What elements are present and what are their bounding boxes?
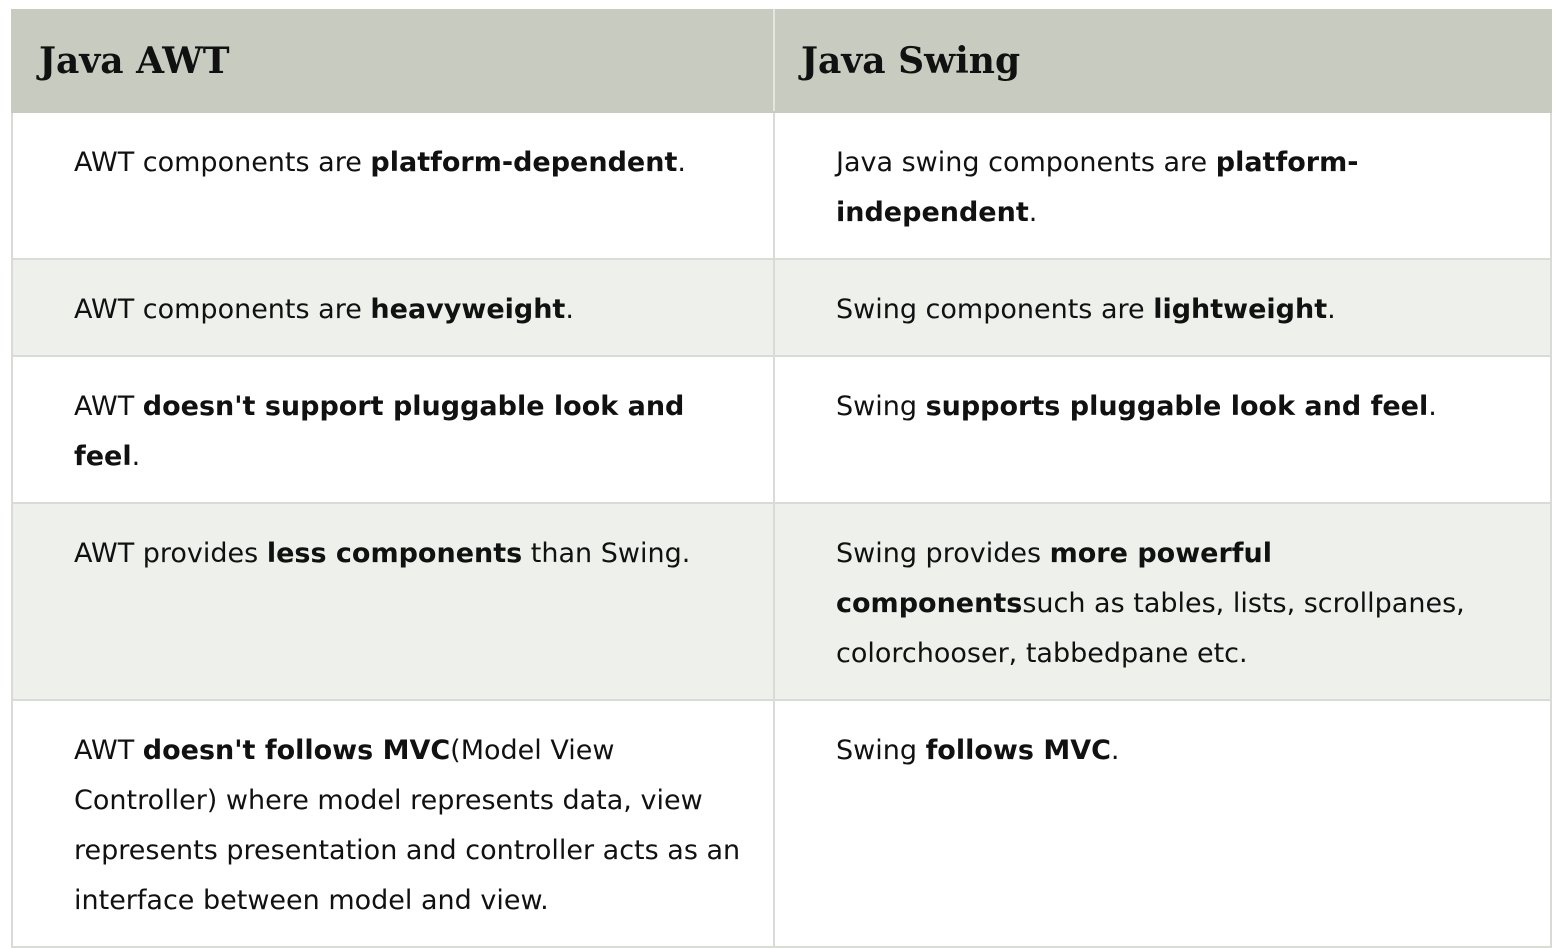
awt-cell: AWT components are heavyweight. bbox=[11, 258, 775, 357]
header-java-awt: Java AWT bbox=[11, 9, 775, 113]
comparison-table: Java AWT Java Swing AWT components are p… bbox=[11, 9, 1552, 948]
table-row: AWT provides less components than Swing.… bbox=[11, 502, 1552, 701]
header-java-swing: Java Swing bbox=[773, 9, 1552, 113]
cell-text: AWT bbox=[74, 391, 143, 422]
table-row: AWT doesn't follows MVC(Model View Contr… bbox=[11, 699, 1552, 948]
awt-cell: AWT components are platform-dependent. bbox=[11, 111, 775, 260]
cell-text: AWT provides bbox=[74, 538, 267, 569]
table-row: AWT doesn't support pluggable look and f… bbox=[11, 355, 1552, 504]
swing-cell: Swing provides more powerful componentss… bbox=[773, 502, 1552, 701]
cell-text: . bbox=[1428, 391, 1437, 422]
cell-text: than Swing. bbox=[522, 538, 691, 569]
cell-text: AWT bbox=[74, 735, 143, 766]
table-row: AWT components are platform-dependent. J… bbox=[11, 111, 1552, 260]
cell-text: Swing provides bbox=[836, 538, 1050, 569]
cell-text: AWT components are bbox=[74, 294, 371, 325]
cell-text: Swing bbox=[836, 391, 926, 422]
cell-text: Swing components are bbox=[836, 294, 1154, 325]
cell-bold-text: less components bbox=[266, 538, 523, 569]
header-row: Java AWT Java Swing bbox=[11, 9, 1552, 113]
cell-text: . bbox=[1110, 735, 1120, 766]
cell-bold-text: doesn't support pluggable look and feel bbox=[74, 391, 685, 472]
table-row: AWT components are heavyweight. Swing co… bbox=[11, 258, 1552, 357]
cell-bold-text: follows MVC bbox=[925, 735, 1111, 766]
cell-text: . bbox=[677, 147, 686, 178]
awt-cell: AWT doesn't support pluggable look and f… bbox=[11, 355, 775, 504]
cell-text: . bbox=[1327, 294, 1336, 325]
swing-cell: Swing components are lightweight. bbox=[773, 258, 1552, 357]
cell-bold-text: heavyweight bbox=[370, 294, 566, 325]
cell-text: . bbox=[131, 441, 141, 472]
awt-cell: AWT doesn't follows MVC(Model View Contr… bbox=[11, 699, 775, 948]
cell-bold-text: lightweight bbox=[1153, 294, 1328, 325]
cell-text: . bbox=[1028, 197, 1038, 228]
cell-text: Java swing components are bbox=[836, 147, 1216, 178]
awt-cell: AWT provides less components than Swing. bbox=[11, 502, 775, 701]
cell-text: Swing bbox=[836, 735, 926, 766]
cell-text: . bbox=[565, 294, 574, 325]
swing-cell: Swing follows MVC. bbox=[773, 699, 1552, 948]
cell-bold-text: supports pluggable look and feel bbox=[925, 391, 1429, 422]
swing-cell: Java swing components are platform-indep… bbox=[773, 111, 1552, 260]
cell-bold-text: doesn't follows MVC bbox=[142, 735, 451, 766]
cell-text: AWT components are bbox=[74, 147, 371, 178]
cell-bold-text: platform-dependent bbox=[370, 147, 678, 178]
swing-cell: Swing supports pluggable look and feel. bbox=[773, 355, 1552, 504]
